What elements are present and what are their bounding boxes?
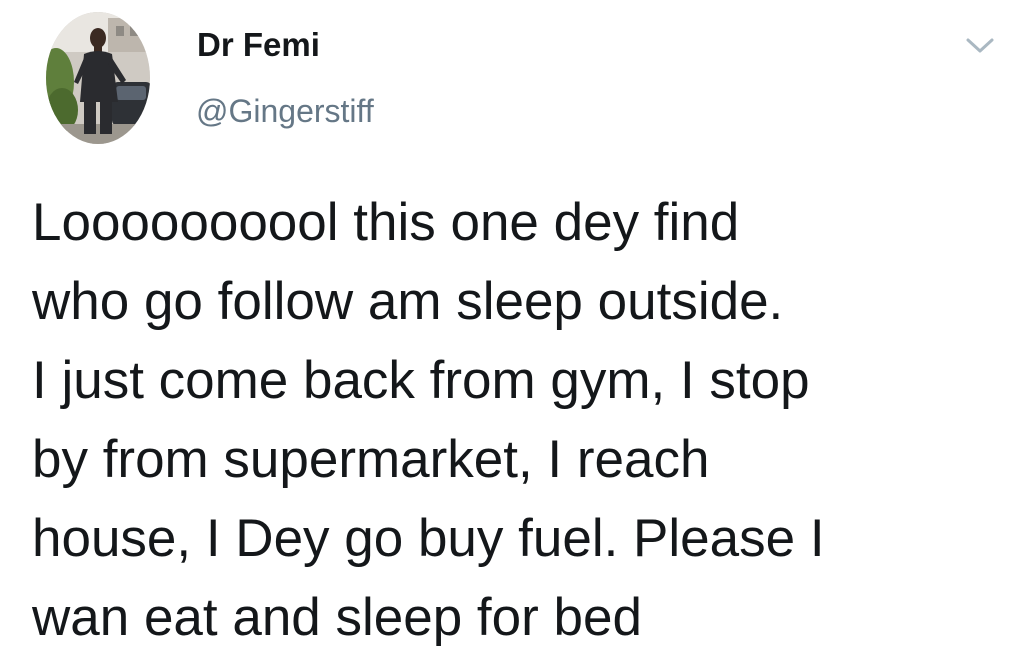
avatar[interactable] bbox=[46, 12, 150, 144]
author-handle[interactable]: @Gingerstiff bbox=[196, 93, 374, 130]
author-display-name[interactable]: Dr Femi bbox=[197, 26, 320, 64]
tweet-text-line: I just come back from gym, I stop bbox=[32, 351, 810, 410]
profile-photo bbox=[46, 12, 150, 144]
tweet-text-line: Loooooooool this one dey find bbox=[32, 193, 740, 252]
tweet-card: Dr Femi @Gingerstiff Loooooooool this on… bbox=[0, 0, 1024, 658]
tweet-text-line: house, I Dey go buy fuel. Please I bbox=[32, 509, 825, 568]
chevron-down-icon[interactable] bbox=[960, 30, 1000, 60]
tweet-text-line: by from supermarket, I reach bbox=[32, 430, 710, 489]
tweet-text-line: who go follow am sleep outside. bbox=[32, 272, 784, 331]
tweet-text-line: wan eat and sleep for bed bbox=[32, 588, 642, 647]
tweet-text: Loooooooool this one dey find who go fol… bbox=[32, 183, 1002, 657]
